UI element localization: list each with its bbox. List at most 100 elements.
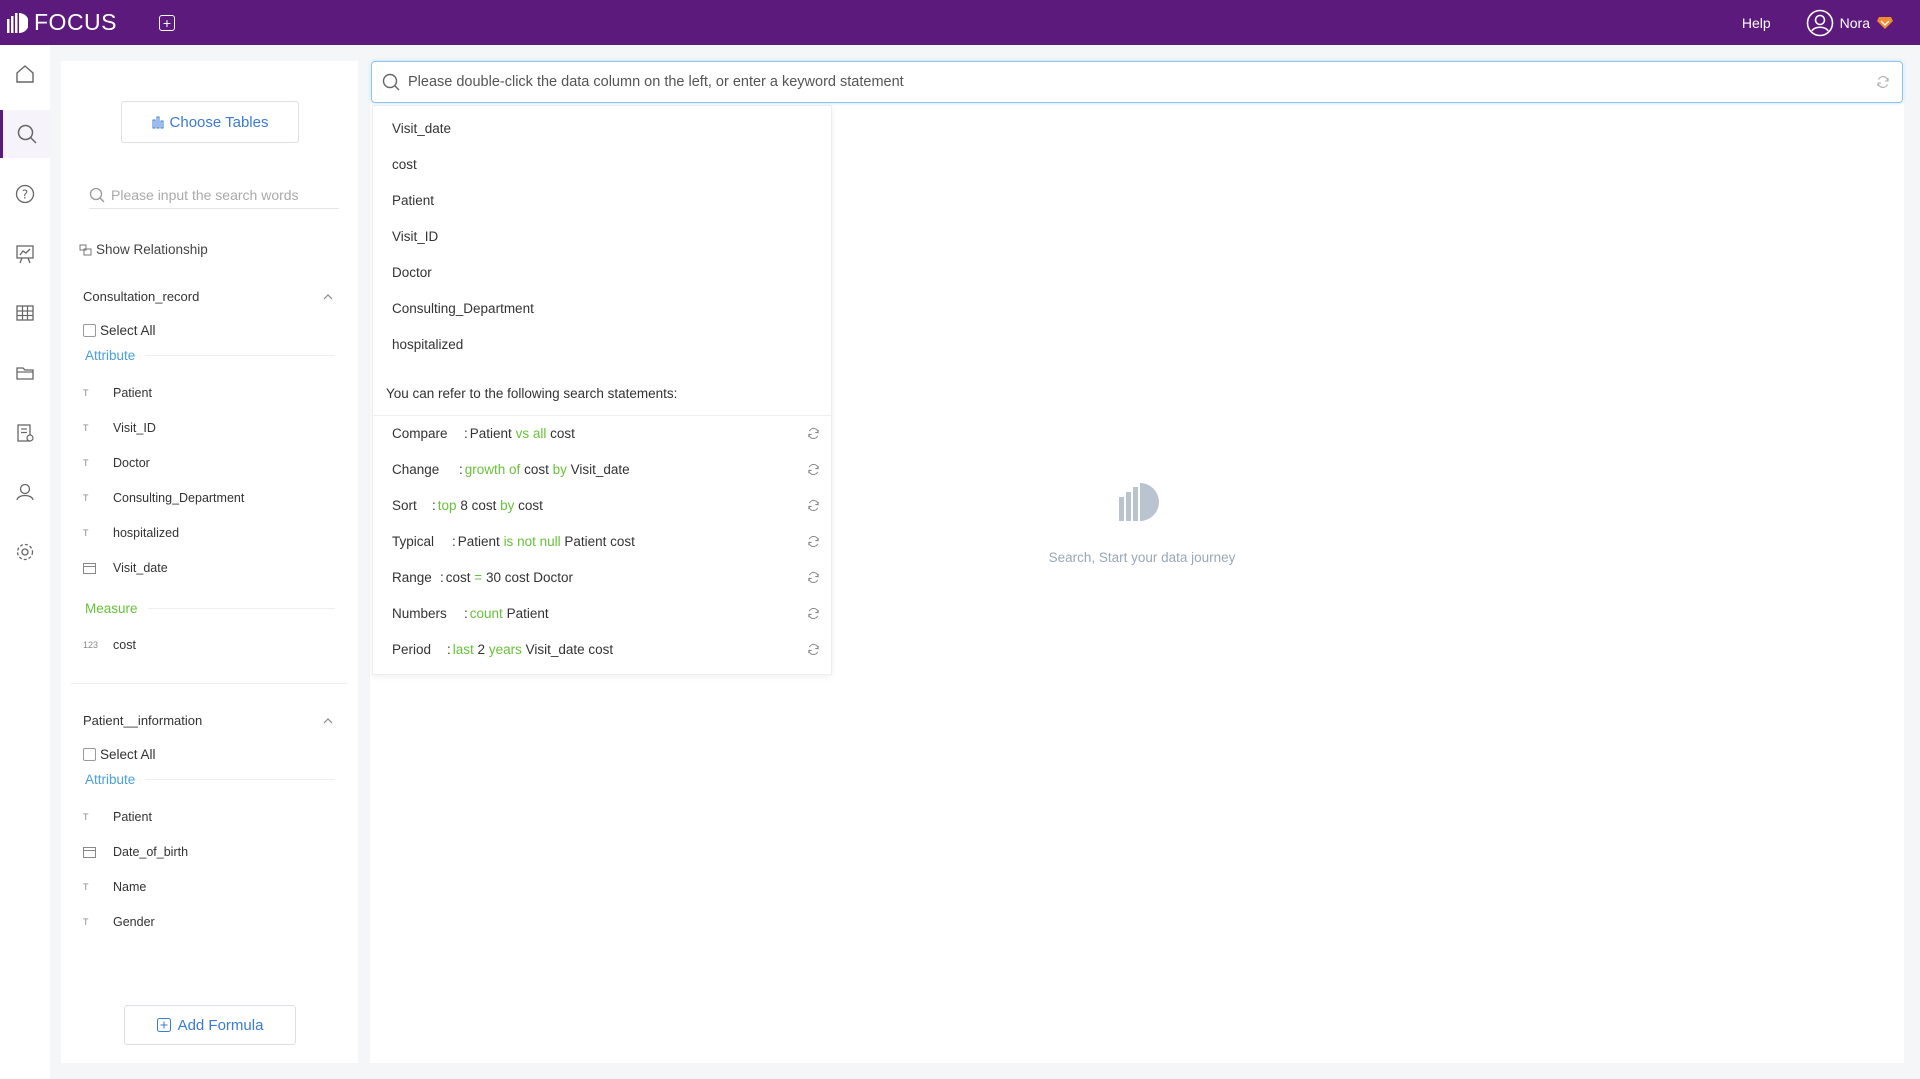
field-label: hospitalized — [113, 526, 180, 540]
example-statement-numbers[interactable]: Numbers: count Patient — [392, 606, 819, 621]
example-statement-change[interactable]: Change: growth of cost by Visit_date — [392, 462, 819, 477]
text-type-icon: T — [83, 917, 89, 927]
field-name[interactable]: T Name — [83, 880, 146, 894]
search-bar[interactable] — [371, 61, 1903, 103]
app-name: FOCUS — [34, 9, 117, 35]
suggestion-patient[interactable]: Patient — [392, 193, 434, 208]
select-all-label: Select All — [100, 747, 156, 762]
refresh-icon[interactable] — [807, 463, 820, 476]
suggestion-consulting-department[interactable]: Consulting_Department — [392, 301, 534, 316]
add-formula-button[interactable]: Add Formula — [124, 1005, 296, 1045]
example-statement-sort[interactable]: Sort: top 8 cost by cost — [392, 498, 819, 513]
example-statement-compare[interactable]: Compare: Patient vs all cost — [392, 426, 819, 441]
nav-search[interactable] — [0, 110, 50, 158]
field-date-of-birth[interactable]: Date_of_birth — [83, 845, 188, 859]
select-all-patient-information[interactable]: Select All — [83, 747, 156, 762]
avatar-icon — [1806, 9, 1833, 36]
focus-logo[interactable]: FOCUS — [6, 9, 117, 36]
refresh-icon[interactable] — [807, 535, 820, 548]
chevron-up-icon[interactable] — [323, 293, 333, 301]
user-name: Nora — [1839, 14, 1870, 31]
nav-folder[interactable] — [0, 350, 50, 396]
field-label: Patient — [113, 810, 152, 824]
refresh-icon[interactable] — [807, 499, 820, 512]
example-statement-typical[interactable]: Typical: Patient is not null Patient cost — [392, 534, 819, 549]
field-hospitalized[interactable]: Thospitalized — [83, 526, 179, 540]
refresh-icon[interactable] — [807, 571, 820, 584]
field-label: cost — [113, 638, 136, 652]
field-doctor[interactable]: T Doctor — [83, 456, 150, 470]
presentation-chart-icon — [16, 245, 34, 264]
example-term: cost — [445, 570, 471, 585]
example-term: Patient — [506, 606, 549, 621]
select-all-checkbox[interactable] — [83, 324, 96, 337]
nav-tables[interactable] — [0, 290, 50, 336]
suggestion-hospitalized[interactable]: hospitalized — [392, 337, 463, 352]
nav-tasks[interactable] — [0, 410, 50, 456]
select-all-consultation-record[interactable]: Select All — [83, 323, 156, 338]
search-input[interactable] — [408, 74, 1876, 90]
field-gender[interactable]: T Gender — [83, 915, 155, 929]
search-suggestions-dropdown: Visit_date cost Patient Visit_ID Doctor … — [372, 105, 832, 675]
text-type-icon: T — [83, 812, 89, 822]
nav-users[interactable] — [0, 469, 50, 515]
example-colon: : — [464, 606, 468, 621]
field-cost[interactable]: 123 cost — [83, 638, 136, 652]
left-nav: ? — [0, 45, 50, 1079]
example-keyword: is not null — [503, 534, 561, 549]
nav-dashboard[interactable] — [0, 231, 50, 277]
attribute-label: Attribute — [85, 348, 136, 363]
field-consulting-department[interactable]: T Consulting_Department — [83, 491, 244, 505]
nav-help[interactable]: ? — [0, 171, 50, 217]
example-statement-period[interactable]: Period: last 2 years Visit_date cost — [392, 642, 819, 657]
nav-home[interactable] — [0, 51, 50, 97]
choose-tables-label: Choose Tables — [169, 113, 269, 131]
field-label: Visit_ID — [113, 421, 156, 435]
table-title-patient-information[interactable]: Patient__information — [83, 713, 202, 728]
example-term: cost — [518, 498, 543, 513]
chevron-up-icon[interactable] — [323, 717, 333, 725]
column-search-placeholder: Please input the search words — [111, 186, 299, 203]
user-menu[interactable]: Nora — [1806, 9, 1900, 37]
text-type-icon: T — [83, 458, 89, 468]
column-search-input[interactable]: Please input the search words — [89, 181, 339, 209]
document-settings-icon — [17, 424, 34, 442]
show-relationship-button[interactable]: Show Relationship — [79, 242, 208, 257]
choose-tables-button[interactable]: Choose Tables — [121, 101, 299, 143]
data-columns-panel: Choose Tables Please input the search wo… — [61, 61, 358, 1063]
select-all-checkbox[interactable] — [83, 748, 96, 761]
refresh-icon[interactable] — [807, 643, 820, 656]
field-visit-id[interactable]: T Visit_ID — [83, 421, 156, 435]
folder-icon — [16, 367, 34, 380]
search-statements-hint: You can refer to the following search st… — [386, 386, 678, 401]
refresh-icon[interactable] — [1876, 75, 1890, 89]
show-relationship-label: Show Relationship — [96, 242, 208, 257]
example-term: Patient — [469, 426, 512, 441]
text-type-icon: T — [83, 528, 89, 538]
field-patient[interactable]: T Patient — [83, 386, 152, 400]
field-visit-date[interactable]: Visit_date — [83, 561, 168, 575]
refresh-icon[interactable] — [807, 427, 820, 440]
example-keyword: growth of — [464, 462, 521, 477]
example-term: Patient — [457, 534, 500, 549]
number-type-icon: 123 — [83, 640, 99, 650]
refresh-icon[interactable] — [807, 607, 820, 620]
nav-settings[interactable] — [0, 529, 50, 575]
gear-icon — [16, 543, 34, 561]
suggestion-visit-id[interactable]: Visit_ID — [392, 229, 438, 244]
help-link[interactable]: Help — [1742, 15, 1771, 31]
example-statement-range[interactable]: Range: cost = 30 cost Doctor — [392, 570, 819, 585]
field-patient[interactable]: T Patient — [83, 810, 152, 824]
add-tab-button[interactable]: + — [159, 14, 175, 31]
svg-text:?: ? — [22, 188, 28, 202]
plus-square-icon — [156, 1018, 171, 1032]
suggestion-doctor[interactable]: Doctor — [392, 265, 432, 280]
table-title-consultation-record[interactable]: Consultation_record — [83, 289, 199, 304]
suggestion-visit-date[interactable]: Visit_date — [392, 121, 451, 136]
suggestion-cost[interactable]: cost — [392, 157, 417, 172]
date-type-icon — [83, 562, 113, 574]
attribute-label: Attribute — [85, 772, 136, 787]
example-colon: : — [464, 426, 468, 441]
search-icon — [89, 187, 105, 202]
example-keyword: last — [452, 642, 474, 657]
